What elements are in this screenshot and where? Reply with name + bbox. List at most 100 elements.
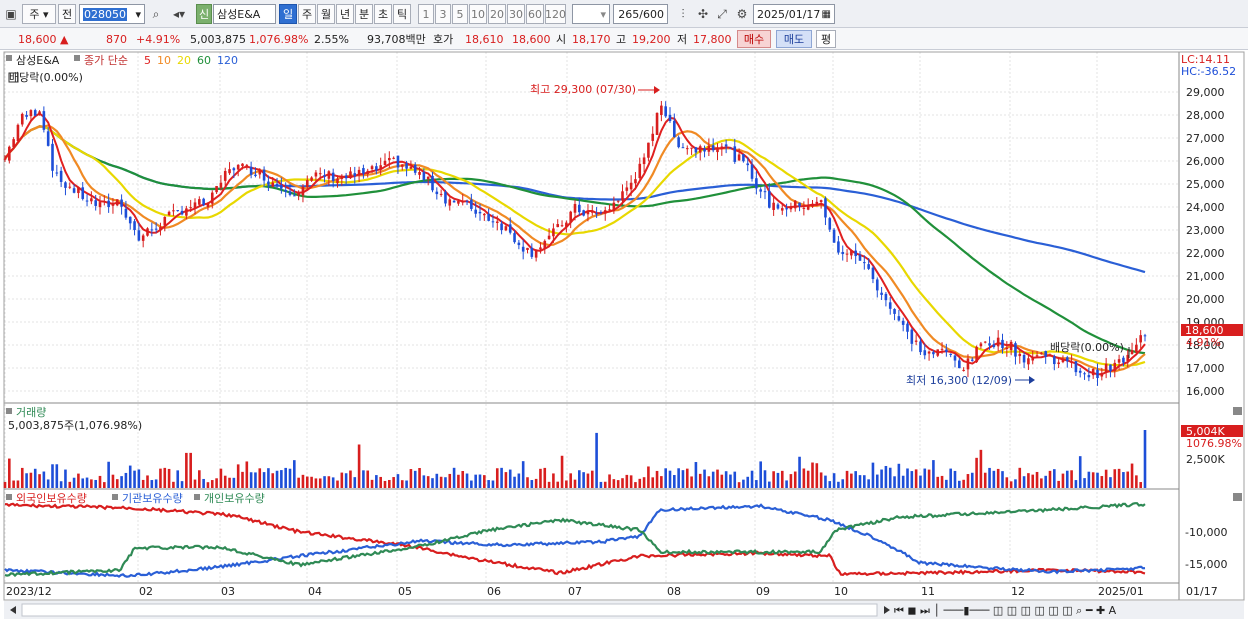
- interval-button-5[interactable]: 5: [452, 4, 468, 24]
- candle-body: [163, 216, 167, 226]
- candle-body: [1014, 343, 1017, 357]
- x-tick: 08: [667, 585, 681, 598]
- volume-bar: [914, 469, 918, 488]
- candle-body: [141, 235, 145, 241]
- volume-bar: [1044, 475, 1047, 488]
- date-field[interactable]: 2025/01/17 ▦: [753, 4, 835, 24]
- buy-button[interactable]: 매수: [737, 30, 771, 48]
- gear-icon[interactable]: ⚙: [733, 4, 751, 24]
- tab-3[interactable]: 년: [336, 4, 354, 24]
- volume-bar: [616, 480, 620, 488]
- interval-button-60[interactable]: 60: [526, 4, 544, 24]
- volume-bar: [802, 468, 806, 488]
- volume-bar: [841, 479, 845, 488]
- interval-button-1[interactable]: 1: [418, 4, 434, 24]
- x-tick: 05: [398, 585, 412, 598]
- volume-bar: [983, 472, 987, 488]
- candle-body: [64, 182, 67, 188]
- volume-bar: [837, 481, 840, 488]
- candle-body: [124, 208, 128, 218]
- candle-body: [331, 172, 335, 181]
- stock-code-input[interactable]: 028050 ▾: [79, 4, 145, 24]
- scroll-track[interactable]: [21, 603, 878, 617]
- volume-bar: [68, 481, 72, 488]
- volume-bar: [966, 474, 970, 488]
- volume-bar: [996, 468, 1000, 488]
- candle-body: [379, 165, 382, 170]
- bar-count-field[interactable]: 265/600: [613, 4, 668, 24]
- low-label: 저: [677, 33, 688, 46]
- panel-close-icon[interactable]: [1233, 493, 1242, 501]
- search-icon[interactable]: ⌕: [147, 4, 165, 24]
- volume-bar: [677, 468, 680, 488]
- volume-bar: [1053, 469, 1056, 488]
- volume-bar: [16, 480, 20, 488]
- volume-bar: [1083, 478, 1086, 488]
- tab-1[interactable]: 주: [298, 4, 316, 24]
- candle-body: [586, 211, 590, 215]
- panel-close-icon[interactable]: [1233, 407, 1242, 415]
- volume-bar: [772, 471, 775, 488]
- link-icon[interactable]: ⤢: [713, 4, 731, 24]
- price-change: 870: [106, 32, 127, 46]
- volume-bar: [64, 469, 67, 488]
- candle-body: [806, 204, 810, 210]
- period-selector[interactable]: 주 ▾: [22, 4, 56, 24]
- interval-custom-input[interactable]: ▾: [572, 4, 610, 24]
- buy-label: 매수: [743, 33, 765, 46]
- interval-button-120[interactable]: 120: [545, 4, 566, 24]
- sell-button[interactable]: 매도: [776, 30, 812, 48]
- candle-body: [599, 212, 603, 214]
- volume-bar: [318, 478, 322, 488]
- candle-body: [798, 202, 801, 207]
- candle-body: [1001, 339, 1004, 349]
- volume-bar: [798, 456, 801, 488]
- volume-bar: [685, 468, 689, 488]
- candle-body: [1087, 375, 1091, 378]
- candle-body: [888, 302, 892, 309]
- candle-body: [707, 145, 711, 152]
- crosshair-icon[interactable]: ✣: [694, 4, 712, 24]
- stock-chart[interactable]: 삼성E&A 종가 단순 5 10 20 60 120 배당락(0.00%) LC:14.…: [0, 50, 1248, 621]
- tab-0[interactable]: 일: [279, 4, 297, 24]
- stock-name-field[interactable]: 삼성E&A: [213, 4, 276, 24]
- volume-bar: [483, 475, 486, 488]
- volume-bar: [42, 471, 46, 488]
- candle-body: [625, 187, 629, 191]
- volume-bar: [301, 474, 305, 488]
- window-icon[interactable]: ▣: [2, 4, 20, 24]
- candle-type-icon[interactable]: ⫶: [674, 4, 692, 24]
- x-tick: 09: [756, 585, 770, 598]
- interval-button-3[interactable]: 3: [435, 4, 451, 24]
- candle-body: [880, 292, 883, 295]
- volume-bar: [1109, 477, 1112, 488]
- volume-bar: [103, 482, 106, 488]
- interval-button-20[interactable]: 20: [488, 4, 506, 24]
- candle-body: [150, 229, 154, 231]
- volume-bar: [806, 470, 810, 488]
- legend-marker: [6, 494, 12, 500]
- calendar-icon[interactable]: ▦: [822, 9, 831, 20]
- candle-body: [677, 137, 680, 148]
- volume-bar: [85, 477, 89, 488]
- volume-bar: [828, 481, 832, 488]
- interval-button-10[interactable]: 10: [469, 4, 487, 24]
- interval-button-30[interactable]: 30: [507, 4, 525, 24]
- candle-body: [267, 181, 270, 185]
- speaker-icon[interactable]: ◂▾: [167, 4, 191, 24]
- new-badge-label: 신: [198, 8, 210, 21]
- volume-bar: [776, 472, 780, 488]
- candle-body: [634, 179, 637, 184]
- candle-body: [845, 253, 849, 255]
- candle-body: [228, 169, 231, 174]
- volume-bar: [180, 481, 184, 488]
- tab-6[interactable]: 틱: [393, 4, 411, 24]
- tab-2[interactable]: 월: [317, 4, 335, 24]
- eval-button[interactable]: 평: [816, 30, 836, 48]
- ex-dividend-legend: 배당락(0.00%): [9, 71, 83, 84]
- prev-button[interactable]: 전: [58, 4, 76, 24]
- tab-5[interactable]: 초: [374, 4, 392, 24]
- tab-4[interactable]: 분: [355, 4, 373, 24]
- new-badge: 신: [196, 4, 212, 24]
- zoom-controls[interactable]: ⏮ ◼ ⏭ │ ───▮─── ◫ ◫ ◫ ◫ ◫ ◫ ⌕ ━ ✚ A: [894, 603, 1117, 617]
